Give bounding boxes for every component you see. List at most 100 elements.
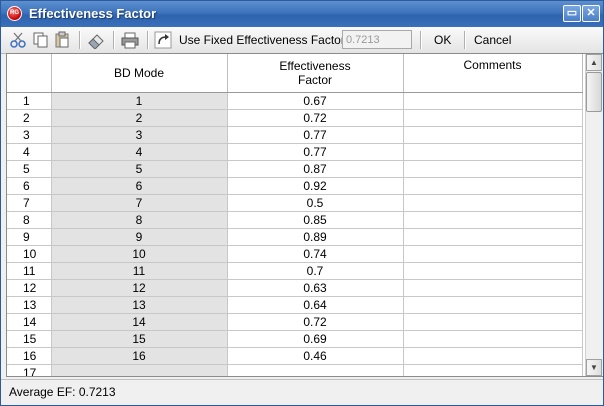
scroll-up-icon[interactable]: ▲ bbox=[586, 54, 602, 71]
row-number-cell[interactable]: 8 bbox=[7, 211, 52, 229]
bd-mode-cell[interactable]: 13 bbox=[51, 296, 228, 314]
vertical-scrollbar[interactable]: ▲ ▼ bbox=[585, 54, 603, 376]
bd-mode-cell[interactable]: 15 bbox=[51, 330, 228, 348]
ok-button[interactable]: OK bbox=[430, 30, 455, 50]
effectiveness-factor-cell[interactable]: 0.5 bbox=[227, 194, 404, 212]
table-row[interactable]: 9 9 0.89 bbox=[7, 228, 583, 246]
table-row[interactable]: 17 bbox=[7, 364, 583, 376]
comments-cell[interactable] bbox=[403, 364, 583, 376]
redo-icon[interactable] bbox=[154, 31, 172, 49]
cancel-button[interactable]: Cancel bbox=[470, 30, 515, 50]
bd-mode-cell[interactable]: 12 bbox=[51, 279, 228, 297]
bd-mode-cell[interactable]: 7 bbox=[51, 194, 228, 212]
comments-cell[interactable] bbox=[403, 109, 583, 127]
table-row[interactable]: 6 6 0.92 bbox=[7, 177, 583, 195]
comments-cell[interactable] bbox=[403, 330, 583, 348]
effectiveness-factor-cell[interactable]: 0.69 bbox=[227, 330, 404, 348]
effectiveness-factor-cell[interactable]: 0.87 bbox=[227, 160, 404, 178]
row-number-cell[interactable]: 15 bbox=[7, 330, 52, 348]
effectiveness-factor-cell[interactable]: 0.77 bbox=[227, 143, 404, 161]
bd-mode-cell[interactable]: 4 bbox=[51, 143, 228, 161]
copy-icon[interactable] bbox=[31, 31, 49, 49]
bd-mode-cell[interactable]: 6 bbox=[51, 177, 228, 195]
row-number-cell[interactable]: 9 bbox=[7, 228, 52, 246]
comments-cell[interactable] bbox=[403, 177, 583, 195]
row-number-cell[interactable]: 11 bbox=[7, 262, 52, 280]
table-row[interactable]: 10 10 0.74 bbox=[7, 245, 583, 263]
use-fixed-ef-label[interactable]: Use Fixed Effectiveness Factor bbox=[179, 33, 345, 47]
bd-mode-cell[interactable]: 16 bbox=[51, 347, 228, 365]
bd-mode-cell[interactable]: 9 bbox=[51, 228, 228, 246]
table-row[interactable]: 13 13 0.64 bbox=[7, 296, 583, 314]
row-number-cell[interactable]: 16 bbox=[7, 347, 52, 365]
close-button[interactable]: ✕ bbox=[582, 5, 600, 22]
comments-cell[interactable] bbox=[403, 245, 583, 263]
scroll-down-icon[interactable]: ▼ bbox=[586, 359, 602, 376]
comments-cell[interactable] bbox=[403, 296, 583, 314]
effectiveness-factor-cell[interactable]: 0.7 bbox=[227, 262, 404, 280]
comments-cell[interactable] bbox=[403, 228, 583, 246]
table-row[interactable]: 4 4 0.77 bbox=[7, 143, 583, 161]
comments-cell[interactable] bbox=[403, 313, 583, 331]
comments-cell[interactable] bbox=[403, 143, 583, 161]
bd-mode-cell[interactable]: 11 bbox=[51, 262, 228, 280]
effectiveness-factor-cell[interactable]: 0.72 bbox=[227, 313, 404, 331]
minimize-button[interactable]: ▭ bbox=[563, 5, 581, 22]
effectiveness-factor-cell[interactable] bbox=[227, 364, 404, 376]
effectiveness-factor-header[interactable]: Effectiveness Factor bbox=[227, 54, 404, 93]
effectiveness-factor-cell[interactable]: 0.46 bbox=[227, 347, 404, 365]
row-number-cell[interactable]: 17 bbox=[7, 364, 52, 376]
comments-cell[interactable] bbox=[403, 262, 583, 280]
table-row[interactable]: 12 12 0.63 bbox=[7, 279, 583, 297]
effectiveness-factor-cell[interactable]: 0.63 bbox=[227, 279, 404, 297]
bd-mode-cell[interactable]: 5 bbox=[51, 160, 228, 178]
table-row[interactable]: 7 7 0.5 bbox=[7, 194, 583, 212]
bd-mode-cell[interactable]: 3 bbox=[51, 126, 228, 144]
table-row[interactable]: 11 11 0.7 bbox=[7, 262, 583, 280]
comments-cell[interactable] bbox=[403, 279, 583, 297]
effectiveness-factor-cell[interactable]: 0.67 bbox=[227, 92, 404, 110]
comments-cell[interactable] bbox=[403, 160, 583, 178]
effectiveness-factor-cell[interactable]: 0.85 bbox=[227, 211, 404, 229]
title-bar[interactable]: RG Effectiveness Factor ▭ ✕ bbox=[1, 1, 603, 27]
row-number-cell[interactable]: 6 bbox=[7, 177, 52, 195]
table-row[interactable]: 5 5 0.87 bbox=[7, 160, 583, 178]
cut-icon[interactable] bbox=[9, 31, 27, 49]
effectiveness-factor-cell[interactable]: 0.72 bbox=[227, 109, 404, 127]
effectiveness-factor-cell[interactable]: 0.89 bbox=[227, 228, 404, 246]
table-row[interactable]: 16 16 0.46 bbox=[7, 347, 583, 365]
fixed-ef-input[interactable] bbox=[342, 30, 412, 49]
comments-cell[interactable] bbox=[403, 194, 583, 212]
comments-cell[interactable] bbox=[403, 211, 583, 229]
bd-mode-cell[interactable]: 8 bbox=[51, 211, 228, 229]
comments-cell[interactable] bbox=[403, 126, 583, 144]
scroll-thumb[interactable] bbox=[586, 72, 602, 112]
row-number-cell[interactable]: 10 bbox=[7, 245, 52, 263]
row-number-cell[interactable]: 14 bbox=[7, 313, 52, 331]
comments-header[interactable]: Comments bbox=[403, 54, 583, 93]
bd-mode-cell[interactable]: 1 bbox=[51, 92, 228, 110]
paste-icon[interactable] bbox=[53, 31, 71, 49]
effectiveness-factor-cell[interactable]: 0.92 bbox=[227, 177, 404, 195]
bd-mode-cell[interactable] bbox=[51, 364, 228, 376]
row-number-cell[interactable]: 5 bbox=[7, 160, 52, 178]
bd-mode-cell[interactable]: 10 bbox=[51, 245, 228, 263]
row-number-cell[interactable]: 1 bbox=[7, 92, 52, 110]
table-row[interactable]: 2 2 0.72 bbox=[7, 109, 583, 127]
row-number-cell[interactable]: 13 bbox=[7, 296, 52, 314]
bd-mode-header[interactable]: BD Mode bbox=[51, 54, 228, 93]
eraser-icon[interactable] bbox=[87, 31, 105, 49]
bd-mode-cell[interactable]: 2 bbox=[51, 109, 228, 127]
row-number-cell[interactable]: 12 bbox=[7, 279, 52, 297]
row-number-cell[interactable]: 7 bbox=[7, 194, 52, 212]
row-number-cell[interactable]: 3 bbox=[7, 126, 52, 144]
row-number-header[interactable] bbox=[7, 54, 52, 93]
table-row[interactable]: 1 1 0.67 bbox=[7, 92, 583, 110]
comments-cell[interactable] bbox=[403, 347, 583, 365]
table-row[interactable]: 15 15 0.69 bbox=[7, 330, 583, 348]
table-row[interactable]: 3 3 0.77 bbox=[7, 126, 583, 144]
row-number-cell[interactable]: 2 bbox=[7, 109, 52, 127]
table-row[interactable]: 8 8 0.85 bbox=[7, 211, 583, 229]
comments-cell[interactable] bbox=[403, 92, 583, 110]
row-number-cell[interactable]: 4 bbox=[7, 143, 52, 161]
